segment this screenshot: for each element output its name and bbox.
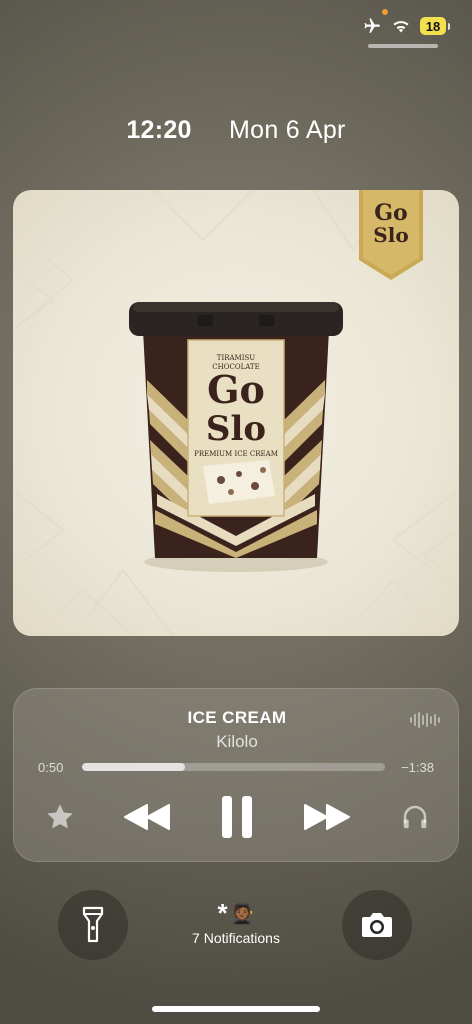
- rewind-icon: [124, 804, 170, 830]
- waveform-icon: [410, 711, 440, 729]
- playback-scrubber[interactable]: [82, 763, 385, 771]
- album-artwork[interactable]: Go Slo TIRAMISU CHOCOLATE Go Slo PREMIUM…: [13, 190, 459, 636]
- tub-lid: [129, 302, 343, 336]
- notification-count-label: 7 Notifications: [192, 930, 280, 946]
- audio-output-button[interactable]: [395, 797, 435, 837]
- time-remaining: −1:38: [401, 760, 434, 775]
- time-label: 12:20: [126, 116, 192, 144]
- pause-button[interactable]: [212, 792, 262, 842]
- star-icon: [47, 804, 73, 829]
- flashlight-icon: [82, 906, 104, 943]
- camera-button[interactable]: [342, 890, 412, 960]
- battery-level: 18: [420, 17, 446, 35]
- asterisk-icon: *: [217, 898, 228, 928]
- status-bar: 18: [362, 14, 450, 38]
- airplay-headphones-icon: [403, 805, 427, 829]
- scrubber-progress: [82, 763, 186, 771]
- brand-ribbon-logo: Go Slo: [359, 190, 423, 280]
- app-emoji-icon: 🧑🏾‍🎓: [229, 902, 255, 925]
- rewind-button[interactable]: [122, 797, 172, 837]
- battery-icon: 18: [420, 17, 450, 35]
- tub-brand-line2: Slo: [206, 409, 266, 449]
- control-center-handle[interactable]: [368, 44, 438, 48]
- airplane-icon: [364, 18, 380, 33]
- wifi-icon: [393, 21, 409, 33]
- favorite-button[interactable]: [40, 797, 80, 837]
- flashlight-button[interactable]: [58, 890, 128, 960]
- pause-icon: [222, 796, 252, 838]
- time-elapsed: 0:50: [38, 760, 64, 775]
- lock-screen-clock: 12:20 Mon 6 Apr: [0, 116, 472, 145]
- ribbon-brand-line2: Slo: [373, 223, 408, 247]
- notification-summary[interactable]: * 🧑🏾‍🎓 7 Notifications: [136, 900, 336, 946]
- fast-forward-icon: [304, 804, 350, 830]
- home-indicator[interactable]: [152, 1006, 320, 1012]
- camera-icon: [362, 913, 392, 937]
- ice-cream-tub: TIRAMISU CHOCOLATE Go Slo PREMIUM ICE CR…: [143, 330, 329, 558]
- track-title: ICE CREAM: [187, 708, 287, 727]
- track-artist: Kilolo: [216, 732, 258, 751]
- flavor-line1: TIRAMISU: [217, 354, 255, 362]
- product-type-label: PREMIUM ICE CREAM: [194, 450, 278, 458]
- tub-brand-line1: Go: [207, 367, 265, 412]
- fast-forward-button[interactable]: [302, 797, 352, 837]
- now-playing-widget[interactable]: ICE CREAM Kilolo 0:50 −1:38: [13, 688, 459, 862]
- date-label: Mon 6 Apr: [229, 116, 346, 144]
